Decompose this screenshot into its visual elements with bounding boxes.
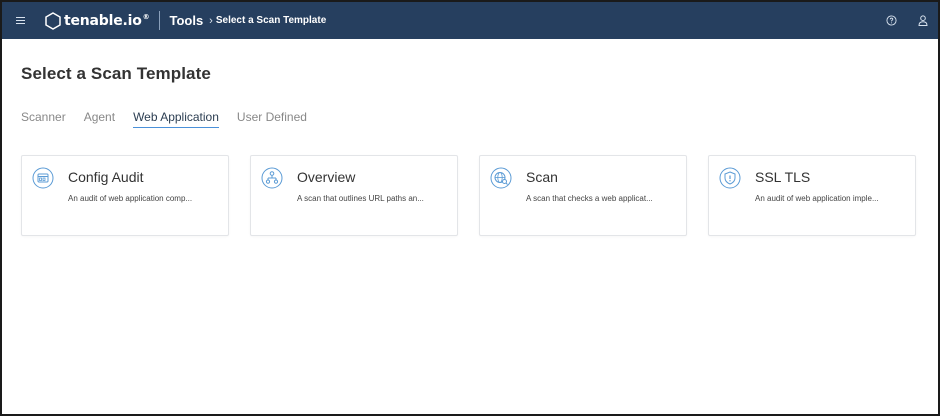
tab-user-defined[interactable]: User Defined (237, 110, 307, 128)
config-audit-icon (32, 167, 54, 189)
tab-scanner[interactable]: Scanner (21, 110, 66, 128)
card-title: SSL TLS (755, 169, 811, 185)
menu-icon[interactable] (8, 9, 32, 33)
card-description: A scan that checks a web applicat... (526, 194, 653, 203)
card-title: Overview (297, 169, 356, 185)
card-description: An audit of web application imple... (755, 194, 879, 203)
header-divider (159, 11, 161, 30)
breadcrumb-separator: › (209, 14, 213, 27)
overview-icon (261, 167, 283, 189)
ssl-tls-icon (719, 167, 741, 189)
user-icon[interactable] (916, 14, 930, 28)
template-card-scan[interactable]: Scan A scan that checks a web applicat..… (479, 155, 687, 236)
card-description: An audit of web application comp... (68, 194, 193, 203)
template-tabs: Scanner Agent Web Application User Defin… (21, 110, 325, 128)
tab-agent[interactable]: Agent (84, 110, 115, 128)
top-navigation-bar: tenable.io® Tools › Select a Scan Templa… (2, 2, 938, 39)
template-card-overview[interactable]: Overview A scan that outlines URL paths … (250, 155, 458, 236)
logo-text: tenable.io® (64, 12, 150, 29)
card-title: Config Audit (68, 169, 144, 185)
tenable-logo-icon (45, 11, 61, 30)
app-window: tenable.io® Tools › Select a Scan Templa… (0, 0, 940, 416)
template-card-ssl-tls[interactable]: SSL TLS An audit of web application impl… (708, 155, 916, 236)
page-title: Select a Scan Template (21, 64, 211, 83)
header-actions (884, 2, 930, 39)
help-icon[interactable] (884, 14, 898, 28)
card-description: A scan that outlines URL paths an... (297, 194, 424, 203)
card-title: Scan (526, 169, 558, 185)
tab-web-application[interactable]: Web Application (133, 110, 219, 128)
section-title[interactable]: Tools (169, 13, 203, 28)
breadcrumb: Select a Scan Template (215, 15, 327, 26)
template-cards: Config Audit An audit of web application… (21, 155, 916, 236)
scan-icon (490, 167, 512, 189)
template-card-config-audit[interactable]: Config Audit An audit of web application… (21, 155, 229, 236)
tenable-logo[interactable]: tenable.io® (45, 2, 150, 39)
